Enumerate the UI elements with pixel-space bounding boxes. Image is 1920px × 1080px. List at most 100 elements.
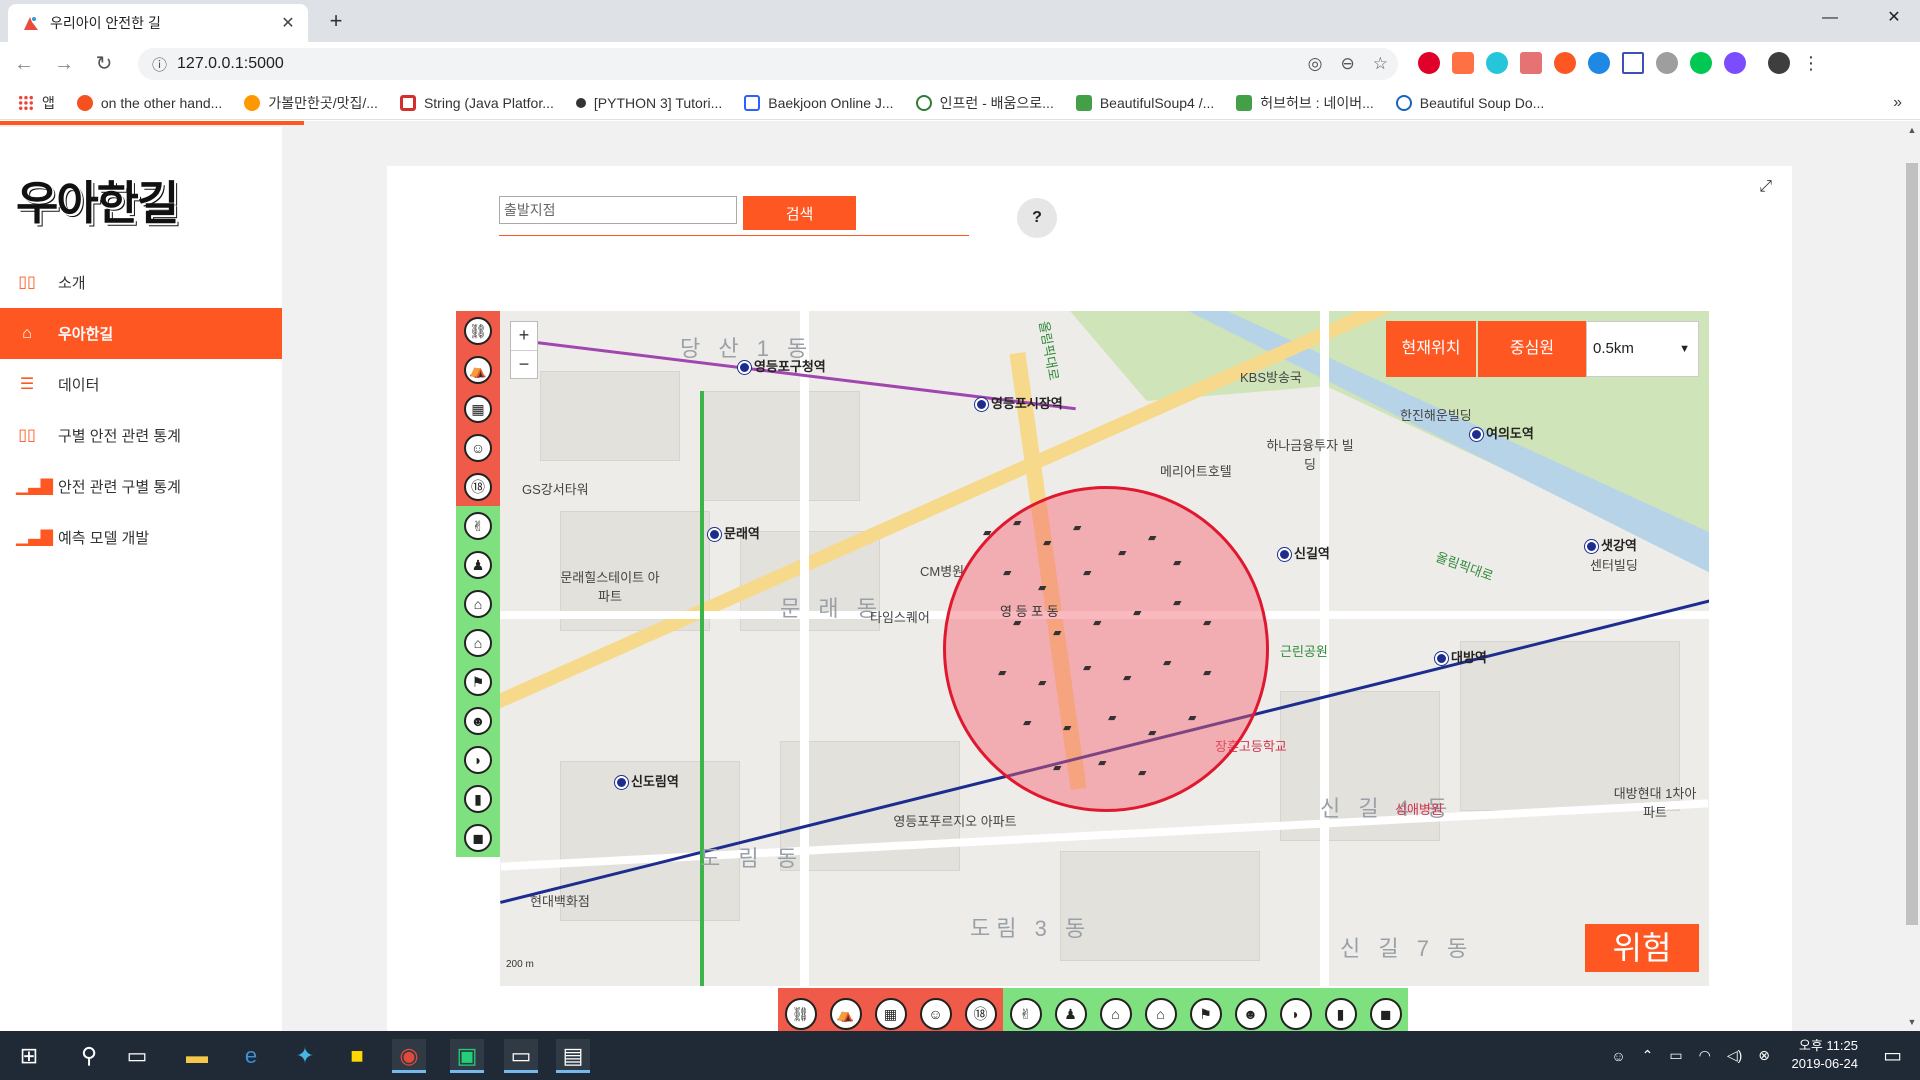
browser-tab[interactable]: 우리아이 안전한 길 ✕ — [8, 4, 308, 42]
cctv-marker-icon[interactable]: ▰ — [1053, 626, 1061, 639]
tab-close-icon[interactable]: ✕ — [278, 13, 298, 33]
pycharm-icon[interactable]: ▣ — [450, 1039, 484, 1073]
back-icon[interactable]: ← — [8, 48, 40, 80]
cctv-marker-icon[interactable]: ▰ — [1038, 676, 1046, 689]
new-tab-button[interactable]: + — [322, 8, 350, 36]
cctv-marker-icon[interactable]: ▰ — [1118, 546, 1126, 559]
strip-category-sex-offender[interactable]: ☺ — [456, 428, 500, 467]
radius-select[interactable]: 0.5km ▼ — [1586, 321, 1699, 377]
strip-category-entertainment[interactable]: ⛺ — [456, 350, 500, 389]
app-logo[interactable]: 우아한길 — [16, 167, 179, 233]
cctv-marker-icon[interactable]: ▰ — [1063, 721, 1071, 734]
strip-category-crosswalk[interactable]: ⛓ — [456, 311, 500, 350]
cctv-marker-icon[interactable]: ▰ — [1053, 761, 1061, 774]
sidebar-item-data[interactable]: ☰ 데이터 — [0, 359, 282, 410]
bookmark-item[interactable]: on the other hand... — [76, 94, 222, 111]
cctv-marker-icon[interactable]: ▰ — [998, 666, 1006, 679]
search-icon[interactable]: ⚲ — [72, 1039, 106, 1073]
extension-icon[interactable] — [1588, 52, 1610, 74]
strip-category-playground[interactable]: ⚑ — [456, 662, 500, 701]
browser-menu-icon[interactable]: ⋮ — [1802, 52, 1820, 74]
current-location-button[interactable]: 현재위치 — [1386, 321, 1476, 377]
cctv-marker-icon[interactable]: ▰ — [1123, 671, 1131, 684]
zoom-icon[interactable]: ⊖ — [1341, 54, 1355, 74]
mute-icon[interactable]: ⊗ — [1758, 1047, 1770, 1064]
cctv-marker-icon[interactable]: ▰ — [1013, 516, 1021, 529]
cctv-marker-icon[interactable]: ▰ — [1098, 756, 1106, 769]
sidebar-item-safe-route[interactable]: ⌂ 우아한길 — [0, 308, 282, 359]
map[interactable]: 당 산 1 동 문 래 동 도 림 동 도림 3 동 신 길 4 동 신 길 7… — [500, 311, 1709, 986]
scrollbar-thumb[interactable] — [1906, 163, 1918, 925]
strip-category-guard[interactable]: ♟ — [456, 545, 500, 584]
strip-category-adult-18[interactable]: ⑱ — [456, 467, 500, 506]
more-bookmarks-icon[interactable]: » — [1893, 94, 1902, 112]
chevron-up-icon[interactable]: ⌃ — [1642, 1047, 1654, 1064]
bookmark-item[interactable]: 인프런 - 배움으로... — [915, 93, 1054, 113]
extension-icon[interactable] — [1724, 52, 1746, 74]
sidebar-item-safety-stats[interactable]: ▁▃▇ 안전 관련 구별 통계 — [0, 461, 282, 512]
profile-avatar[interactable] — [1768, 52, 1790, 74]
strip-category-streetlight[interactable]: ◗ — [456, 740, 500, 779]
page-scrollbar[interactable]: ▲ ▼ — [1904, 121, 1920, 1031]
bookmark-star-icon[interactable]: ☆ — [1373, 54, 1388, 74]
cctv-marker-icon[interactable]: ▰ — [1148, 726, 1156, 739]
strip-category-children[interactable]: ✌ — [456, 506, 500, 545]
sidebar-item-prediction-model[interactable]: ▁▃▇ 예측 모델 개발 — [0, 512, 282, 563]
bookmark-item[interactable]: [PYTHON 3] Tutori... — [575, 95, 722, 111]
bookmark-item[interactable]: String (Java Platfor... — [399, 94, 554, 111]
bookmark-item[interactable]: 허브허브 : 네이버... — [1236, 93, 1374, 113]
strip-category-building[interactable]: ▦ — [456, 389, 500, 428]
extension-icon[interactable] — [1554, 52, 1576, 74]
cctv-marker-icon[interactable]: ▰ — [1043, 536, 1051, 549]
start-point-input[interactable] — [499, 196, 737, 224]
fullscreen-icon[interactable]: ⤢ — [1759, 178, 1772, 196]
volume-icon[interactable]: ◁) — [1727, 1047, 1742, 1064]
help-button[interactable]: ? — [1017, 198, 1057, 238]
extension-icon[interactable] — [1690, 52, 1712, 74]
extension-icon[interactable] — [1486, 52, 1508, 74]
bookmark-item[interactable]: Baekjoon Online J... — [744, 94, 894, 111]
cctv-marker-icon[interactable]: ▰ — [1083, 661, 1091, 674]
bookmark-item[interactable]: Beautiful Soup Do... — [1395, 94, 1544, 111]
strip-category-school[interactable]: ⌂ — [456, 623, 500, 662]
center-circle-button[interactable]: 중심원 — [1478, 321, 1586, 377]
cctv-marker-icon[interactable]: ▰ — [983, 526, 991, 539]
bookmark-item[interactable]: BeautifulSoup4 /... — [1075, 94, 1214, 111]
extension-icon[interactable] — [1520, 52, 1542, 74]
search-button[interactable]: 검색 — [743, 196, 856, 230]
edge-icon[interactable]: e — [234, 1039, 268, 1073]
cctv-marker-icon[interactable]: ▰ — [1188, 711, 1196, 724]
cctv-marker-icon[interactable]: ▰ — [1148, 531, 1156, 544]
media-icon[interactable]: ▤ — [556, 1039, 590, 1073]
sidebar-item-intro[interactable]: ▯▯ 소개 — [0, 257, 282, 308]
close-window-icon[interactable]: ✕ — [1870, 0, 1918, 38]
chrome-icon[interactable]: ◉ — [392, 1039, 426, 1073]
scroll-down-icon[interactable]: ▼ — [1904, 1017, 1920, 1027]
bookmark-item[interactable]: 가볼만한곳/맛집/... — [244, 93, 378, 113]
url-bar[interactable]: ⓘ 127.0.0.1:5000 ◎ ⊖ ☆ — [138, 48, 1398, 80]
location-icon[interactable]: ◎ — [1308, 54, 1323, 74]
reload-icon[interactable]: ↻ — [88, 48, 120, 80]
cctv-marker-icon[interactable]: ▰ — [1038, 581, 1046, 594]
maximize-icon[interactable] — [1810, 0, 1858, 38]
cctv-marker-icon[interactable]: ▰ — [1133, 606, 1141, 619]
cctv-marker-icon[interactable]: ▰ — [1083, 566, 1091, 579]
strip-category-police-box[interactable]: ⌂ — [456, 584, 500, 623]
people-icon[interactable]: ☺ — [1611, 1048, 1625, 1064]
zoom-in-button[interactable]: + — [511, 322, 537, 350]
cctv-marker-icon[interactable]: ▰ — [1138, 766, 1146, 779]
cctv-marker-icon[interactable]: ▰ — [1203, 666, 1211, 679]
battery-icon[interactable]: ▭ — [1669, 1047, 1682, 1064]
sidebar-item-district-stats[interactable]: ▯▯ 구별 안전 관련 통계 — [0, 410, 282, 461]
cctv-marker-icon[interactable]: ▰ — [1163, 656, 1171, 669]
strip-category-cctv[interactable]: ◼ — [456, 818, 500, 857]
extension-icon[interactable] — [1622, 52, 1644, 74]
extension-icon[interactable] — [1418, 52, 1440, 74]
sticky-notes-icon[interactable]: ■ — [340, 1039, 374, 1073]
scroll-up-icon[interactable]: ▲ — [1904, 125, 1920, 135]
cctv-marker-icon[interactable]: ▰ — [1108, 711, 1116, 724]
cctv-marker-icon[interactable]: ▰ — [1023, 716, 1031, 729]
cctv-marker-icon[interactable]: ▰ — [1073, 521, 1081, 534]
extension-icon[interactable] — [1452, 52, 1474, 74]
info-icon[interactable]: ⓘ — [152, 54, 167, 75]
